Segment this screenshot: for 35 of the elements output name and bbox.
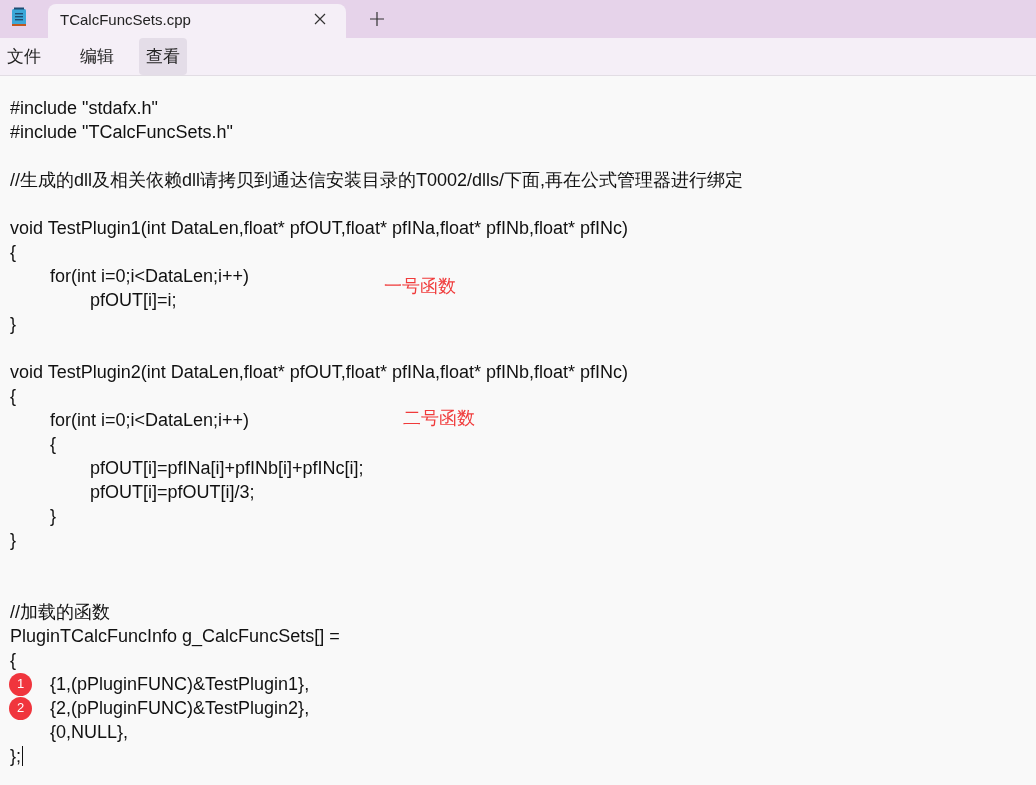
close-icon[interactable] bbox=[314, 13, 326, 25]
code-line: { bbox=[10, 241, 16, 264]
file-tab[interactable]: TCalcFuncSets.cpp bbox=[48, 4, 346, 38]
code-line: //生成的dll及相关依赖dll请拷贝到通达信安装目录的T0002/dlls/下面,再在公式管理器进行绑定 bbox=[10, 169, 744, 192]
code-line: //加载的函数 bbox=[10, 601, 110, 624]
code-line: } bbox=[49, 505, 56, 528]
add-tab-icon[interactable] bbox=[370, 12, 384, 26]
menu-item[interactable]: 文件 bbox=[0, 38, 48, 75]
code-line: for(int i=0;i<DataLen;i++) bbox=[49, 409, 250, 432]
number-badge: 2 bbox=[9, 696, 32, 720]
code-line: { bbox=[10, 649, 16, 672]
menu-item[interactable]: 查看 bbox=[139, 38, 187, 75]
code-line: {1,(pPluginFUNC)&TestPlugin1}, bbox=[50, 673, 310, 696]
code-line: void TestPlugin1(int DataLen,float* pfOUT,float* pfINa,float* pfINb,float* pfINc) bbox=[10, 217, 628, 240]
code-line: pfOUT[i]=pfINa[i]+pfINb[i]+pfINc[i]; bbox=[89, 457, 364, 480]
code-line: #include "stdafx.h" bbox=[10, 97, 158, 120]
code-line: PluginTCalcFuncInfo g_CalcFuncSets[] = bbox=[10, 625, 340, 648]
annotation-text: 一号函数 bbox=[384, 275, 456, 298]
tab-title: TCalcFuncSets.cpp bbox=[60, 10, 191, 28]
code-line: } bbox=[10, 313, 16, 336]
menu-item[interactable]: 编辑 bbox=[73, 38, 121, 75]
code-line: } bbox=[10, 529, 16, 552]
code-line: pfOUT[i]=i; bbox=[89, 289, 177, 312]
code-line: pfOUT[i]=pfOUT[i]/3; bbox=[89, 481, 255, 504]
code-line: { bbox=[49, 433, 56, 456]
code-line: {2,(pPluginFUNC)&TestPlugin2}, bbox=[50, 697, 310, 720]
code-line: {0,NULL}, bbox=[49, 721, 129, 744]
code-line: { bbox=[10, 385, 16, 408]
notepad-icon[interactable] bbox=[11, 7, 27, 27]
code-line: }; bbox=[10, 745, 21, 768]
number-badge: 1 bbox=[9, 672, 32, 696]
code-line: #include "TCalcFuncSets.h" bbox=[10, 121, 233, 144]
annotation-text: 二号函数 bbox=[403, 407, 475, 430]
code-line: void TestPlugin2(int DataLen,float* pfOUT,float* pfINa,float* pfINb,float* pfINc) bbox=[10, 361, 628, 384]
code-line: for(int i=0;i<DataLen;i++) bbox=[49, 265, 250, 288]
